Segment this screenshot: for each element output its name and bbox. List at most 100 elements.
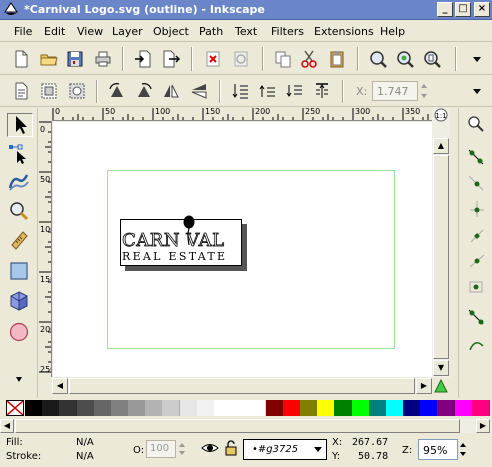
opacity-input[interactable]: 100 — [146, 440, 176, 458]
palette-scrollbar[interactable]: ◀ ▶ — [0, 419, 492, 433]
palette-swatch[interactable] — [128, 400, 147, 416]
layer-visibility-eye-icon[interactable] — [201, 440, 219, 456]
close-button[interactable]: × — [474, 2, 490, 17]
horizontal-scroll-thumb[interactable] — [69, 378, 415, 394]
zoom-page-icon[interactable] — [421, 48, 443, 70]
menu-layer[interactable]: Layer — [112, 25, 143, 38]
inkscape-app-icon[interactable] — [3, 2, 19, 18]
color-management-icon[interactable] — [434, 378, 448, 393]
lower-icon[interactable] — [284, 80, 306, 102]
snap-nodes-icon[interactable] — [465, 306, 489, 328]
palette-swatch[interactable] — [162, 400, 181, 416]
palette-swatch[interactable] — [368, 400, 387, 416]
selector-tool-icon[interactable] — [7, 113, 33, 137]
zoom-drawing-icon[interactable] — [394, 48, 416, 70]
palette-swatch[interactable] — [214, 400, 233, 416]
palette-swatch[interactable] — [471, 400, 490, 416]
palette-swatch[interactable] — [145, 400, 164, 416]
zoom-tool-icon[interactable] — [7, 200, 33, 224]
maximize-button[interactable]: □ — [455, 2, 471, 17]
snap-bbox-edges-icon[interactable] — [465, 172, 489, 194]
undo-icon[interactable] — [202, 48, 224, 70]
lower-to-bottom-icon[interactable] — [230, 80, 252, 102]
node-tool-icon[interactable] — [7, 143, 33, 167]
palette-swatch[interactable] — [437, 400, 456, 416]
paste-icon[interactable] — [326, 48, 348, 70]
import-icon[interactable] — [133, 48, 155, 70]
snap-bbox-corners-icon[interactable] — [465, 198, 489, 220]
toolbox-overflow-icon[interactable] — [14, 374, 24, 384]
vertical-scroll-thumb[interactable] — [433, 155, 449, 359]
palette-swatch[interactable] — [25, 400, 43, 416]
palette-swatch[interactable] — [110, 400, 129, 416]
layer-dropdown-arrow-icon[interactable] — [311, 442, 325, 456]
palette-swatch[interactable] — [420, 400, 439, 416]
toolbar-overflow-icon[interactable] — [466, 48, 488, 70]
snap-toggle-icon[interactable] — [465, 114, 489, 136]
palette-swatch[interactable] — [265, 400, 284, 416]
palette-swatch[interactable] — [59, 400, 78, 416]
select-all-icon[interactable] — [10, 80, 32, 102]
palette-scroll-right-arrow[interactable]: ▶ — [476, 419, 490, 433]
measure-tool-icon[interactable] — [7, 229, 33, 253]
flip-vertical-icon[interactable] — [188, 80, 210, 102]
cut-icon[interactable] — [298, 48, 320, 70]
rectangle-tool-icon[interactable] — [7, 260, 33, 284]
palette-swatch[interactable] — [385, 400, 404, 416]
zoom-selection-icon[interactable] — [367, 48, 389, 70]
snap-bbox-icon[interactable] — [465, 146, 489, 168]
rotate-ccw-icon[interactable] — [106, 80, 128, 102]
menu-file[interactable]: File — [14, 25, 32, 38]
scroll-right-arrow[interactable]: ▶ — [416, 378, 432, 394]
palette-scroll-thumb[interactable] — [15, 419, 460, 433]
3d-box-tool-icon[interactable] — [7, 290, 33, 314]
scroll-up-arrow[interactable]: ▲ — [433, 138, 449, 154]
x-position-input[interactable]: 1.747 — [372, 81, 418, 101]
minimize-button[interactable]: _ — [437, 2, 453, 17]
menu-object[interactable]: Object — [153, 25, 189, 38]
raise-icon[interactable] — [257, 80, 279, 102]
new-document-icon[interactable] — [10, 48, 32, 70]
snap-midpoints-icon[interactable] — [465, 224, 489, 246]
tweak-tool-icon[interactable] — [7, 170, 33, 194]
menu-edit[interactable]: Edit — [44, 25, 65, 38]
palette-swatch[interactable] — [403, 400, 422, 416]
palette-swatch[interactable] — [317, 400, 336, 416]
vertical-scrollbar[interactable]: 1:1 ▲ ▼ — [432, 108, 450, 378]
scroll-left-arrow[interactable]: ◀ — [52, 378, 68, 394]
print-icon[interactable] — [92, 48, 114, 70]
menu-text[interactable]: Text — [235, 25, 257, 38]
menu-view[interactable]: View — [77, 25, 103, 38]
menu-help[interactable]: Help — [380, 25, 405, 38]
scroll-down-arrow[interactable]: ▼ — [433, 360, 449, 376]
redo-icon[interactable] — [230, 48, 252, 70]
open-folder-icon[interactable] — [38, 48, 60, 70]
export-icon[interactable] — [160, 48, 182, 70]
raise-to-top-icon[interactable] — [311, 80, 333, 102]
layer-lock-icon[interactable] — [224, 439, 238, 457]
palette-swatch[interactable] — [299, 400, 318, 416]
ellipse-tool-icon[interactable] — [7, 321, 33, 345]
zoom-input[interactable]: 95% — [418, 439, 458, 460]
menu-filters[interactable]: Filters — [271, 25, 304, 38]
stroke-value[interactable]: N/A — [76, 451, 94, 462]
invert-selection-icon[interactable] — [66, 80, 88, 102]
flip-horizontal-icon[interactable] — [160, 80, 182, 102]
palette-swatch[interactable] — [334, 400, 353, 416]
palette-swatch[interactable] — [76, 400, 95, 416]
palette-swatch[interactable] — [282, 400, 301, 416]
palette-swatch[interactable] — [196, 400, 215, 416]
palette-swatch[interactable] — [179, 400, 198, 416]
palette-swatch[interactable] — [231, 400, 250, 416]
vertical-ruler[interactable]: 0 50 100 150 200 250 — [39, 121, 52, 377]
palette-swatch[interactable] — [93, 400, 112, 416]
zoom-spinner[interactable] — [458, 439, 468, 460]
x-position-spinner[interactable] — [419, 81, 429, 101]
drawing-canvas[interactable]: CARN VAL REAL ESTATE — [53, 122, 432, 377]
palette-swatch[interactable] — [454, 400, 473, 416]
menu-path[interactable]: Path — [199, 25, 223, 38]
zoom-correction-icon[interactable]: 1:1 — [433, 108, 449, 122]
snap-centers-icon[interactable] — [465, 250, 489, 272]
snap-paths-icon[interactable] — [465, 334, 489, 356]
controls-overflow-icon[interactable] — [466, 80, 488, 102]
